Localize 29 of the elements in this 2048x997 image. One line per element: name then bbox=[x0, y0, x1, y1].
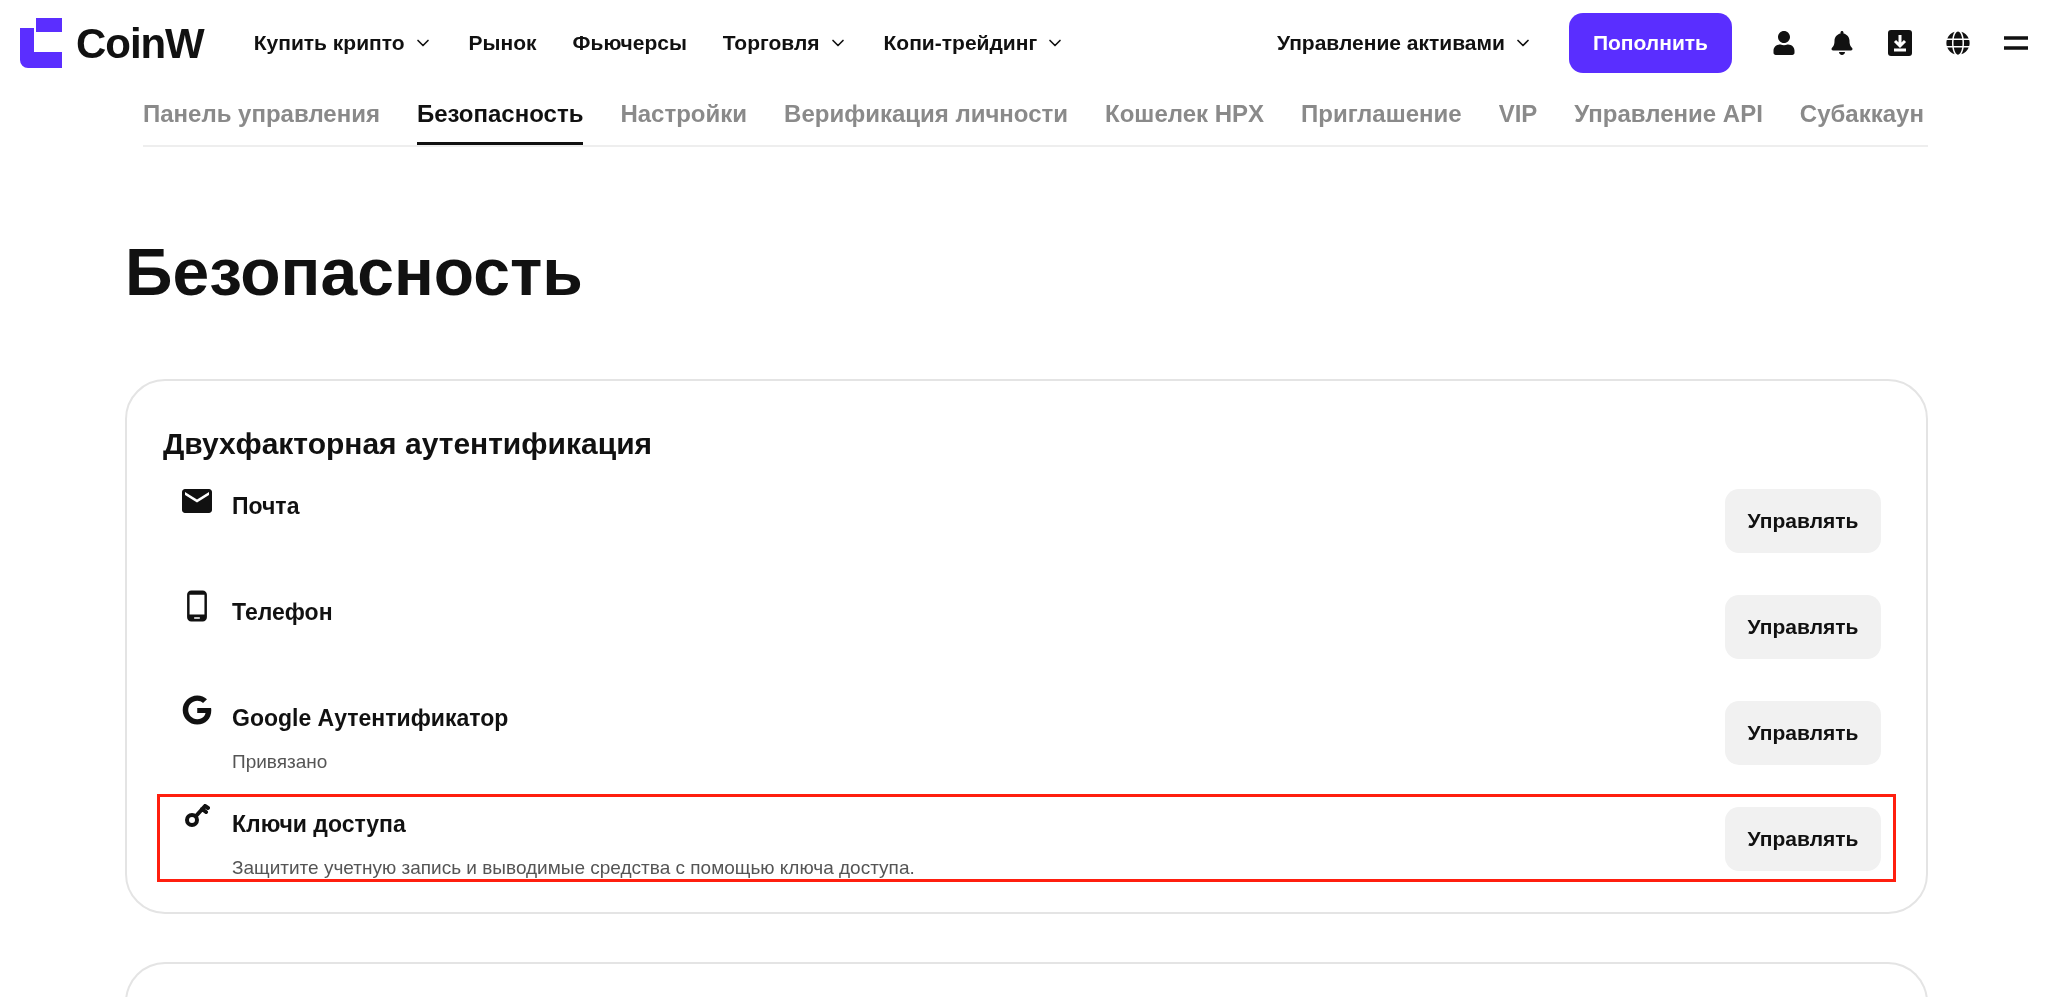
option-description: Защитите учетную запись и выводимые средства с помощью ключа доступа. bbox=[232, 855, 916, 880]
nav-link[interactable]: Рынок bbox=[468, 27, 537, 59]
manage-button[interactable]: Управлять bbox=[1725, 701, 1881, 765]
nav-link[interactable]: Управление активами bbox=[1276, 27, 1533, 59]
tab[interactable]: Безопасность bbox=[416, 96, 584, 145]
deposit-button[interactable]: Пополнить bbox=[1568, 13, 1732, 73]
manage-button[interactable]: Управлять bbox=[1725, 489, 1881, 553]
nav-link[interactable]: Копи-трейдинг bbox=[883, 27, 1066, 59]
google-g-icon bbox=[182, 695, 212, 725]
option-label: Почта bbox=[232, 492, 301, 521]
logo-icon bbox=[20, 18, 62, 68]
option-description: Привязано bbox=[232, 749, 329, 774]
card-title: Двухфакторная аутентификация bbox=[163, 426, 654, 462]
logo-text: CoinW bbox=[76, 18, 204, 69]
option-label: Google Аутентификатор bbox=[232, 704, 510, 733]
download-icon[interactable] bbox=[1888, 30, 1912, 56]
user-icon[interactable] bbox=[1772, 31, 1796, 55]
manage-button[interactable]: Управлять bbox=[1725, 807, 1881, 871]
page-title: Безопасность bbox=[125, 239, 584, 305]
nav-link[interactable]: Купить крипто bbox=[253, 27, 433, 59]
menu-icon[interactable] bbox=[2004, 36, 2028, 50]
bell-icon[interactable] bbox=[1830, 31, 1854, 55]
key-icon bbox=[184, 801, 210, 829]
nav-link[interactable]: Фьючерсы bbox=[572, 27, 687, 59]
nav-link[interactable]: Торговля bbox=[722, 27, 848, 59]
option-label: Телефон bbox=[232, 598, 334, 627]
manage-button[interactable]: Управлять bbox=[1725, 595, 1881, 659]
globe-icon[interactable] bbox=[1946, 31, 1970, 55]
option-label: Ключи доступа bbox=[232, 810, 407, 839]
